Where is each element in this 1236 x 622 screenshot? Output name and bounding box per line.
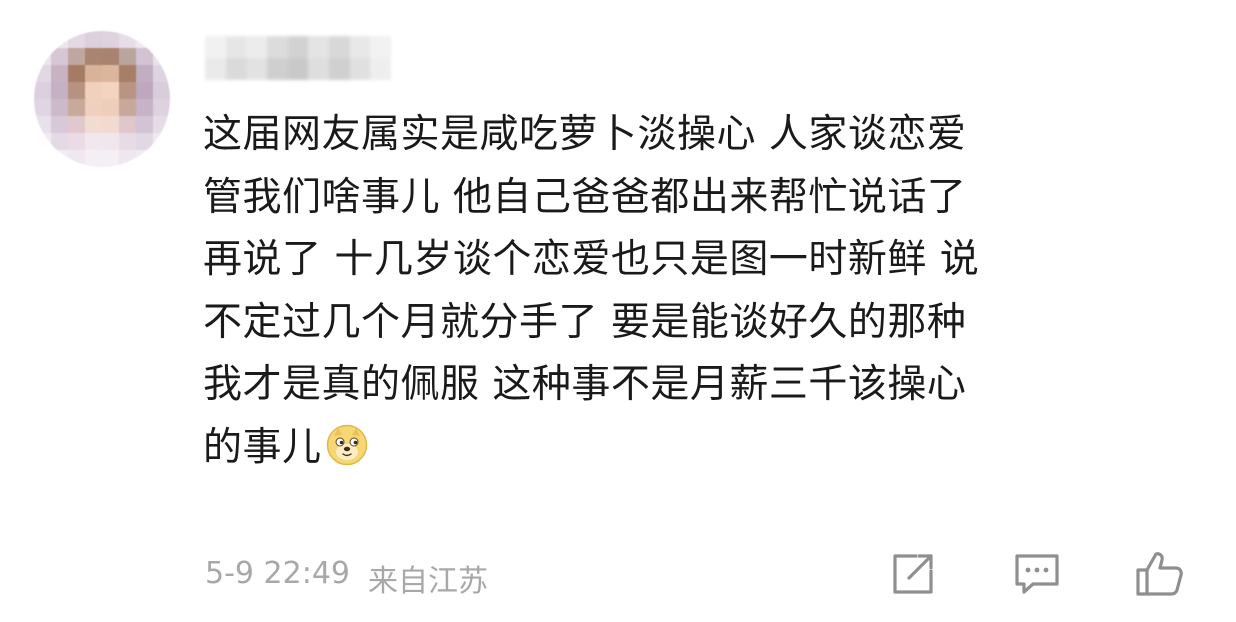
share-button[interactable]	[887, 548, 939, 600]
doge-emoji-icon	[326, 423, 368, 465]
comment-line: 这届网友属实是咸吃萝卜淡操心 人家谈恋爱	[203, 112, 967, 157]
comment-line: 再说了 十几岁谈个恋爱也只是图一时新鲜 说	[203, 237, 980, 282]
comment-line: 不定过几个月就分手了 要是能谈好久的那种	[203, 299, 967, 345]
comment-text: 这届网友属实是咸吃萝卜淡操心 人家谈恋爱 管我们啥事儿 他自己爸爸都出来帮忙说话…	[203, 104, 1203, 479]
share-icon	[893, 554, 933, 594]
comment-button[interactable]	[1011, 548, 1063, 600]
thumbs-up-icon	[1136, 552, 1183, 596]
action-bar	[0, 544, 1236, 604]
comment-line: 我才是真的佩服 这种事不是月薪三千该操心	[203, 362, 967, 407]
like-button[interactable]	[1134, 548, 1186, 600]
comment-line-text: 的事儿	[203, 424, 322, 470]
comment-line-last: 的事儿	[203, 417, 1203, 480]
comment-icon	[1015, 554, 1059, 594]
avatar[interactable]	[34, 31, 170, 167]
comment-line: 管我们啥事儿 他自己爸爸都出来帮忙说话了	[203, 174, 967, 220]
username-blurred[interactable]	[205, 36, 391, 80]
